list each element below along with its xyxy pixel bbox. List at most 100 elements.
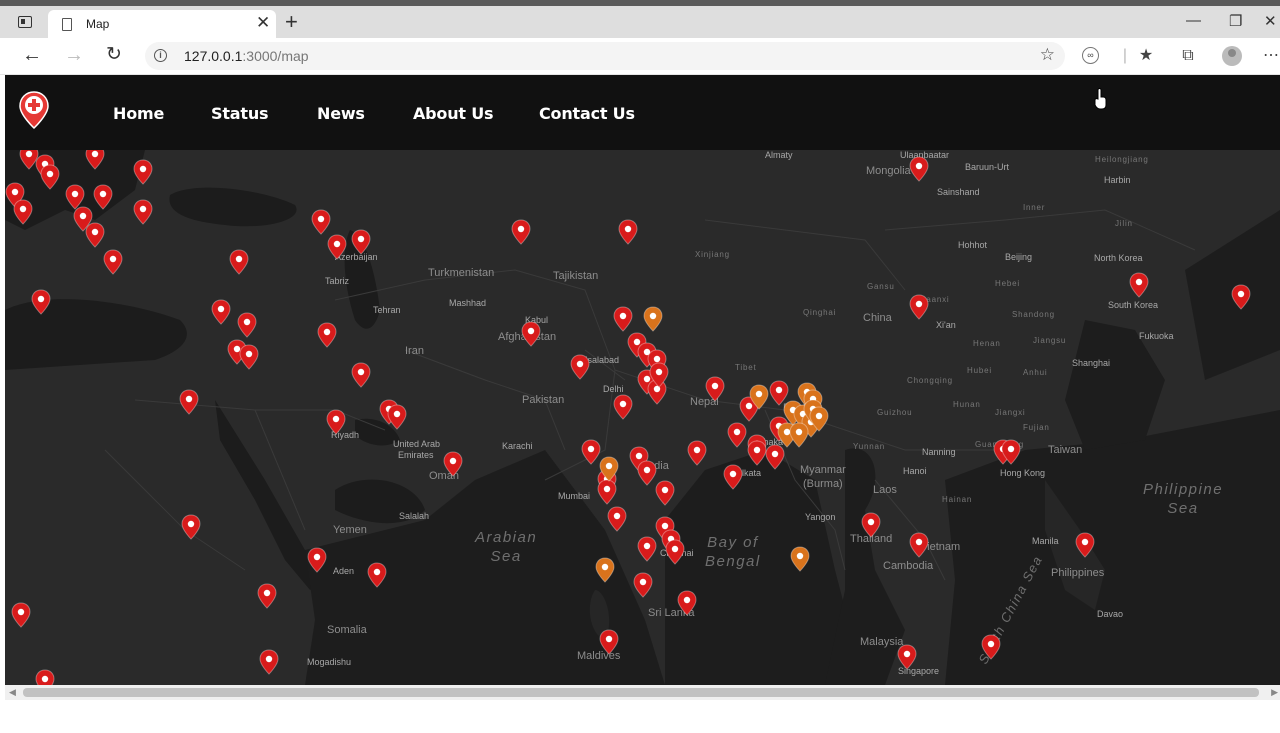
case-marker-red[interactable] <box>511 219 531 245</box>
case-marker-red[interactable] <box>687 440 707 466</box>
case-marker-red[interactable] <box>307 547 327 573</box>
case-marker-red[interactable] <box>665 539 685 565</box>
site-info-icon[interactable]: i <box>154 49 167 62</box>
case-marker-orange[interactable] <box>599 456 619 482</box>
case-marker-orange[interactable] <box>643 306 663 332</box>
case-marker-red[interactable] <box>13 199 33 225</box>
case-marker-red[interactable] <box>85 222 105 248</box>
nav-home[interactable]: Home <box>113 104 164 123</box>
case-marker-red[interactable] <box>239 344 259 370</box>
case-marker-red[interactable] <box>677 590 697 616</box>
case-marker-red[interactable] <box>85 150 105 170</box>
tab-map[interactable]: Map ✕ <box>48 10 276 38</box>
minimize-button[interactable]: — <box>1186 12 1201 29</box>
horizontal-scrollbar[interactable]: ◀ ▶ <box>5 685 1280 700</box>
case-marker-red[interactable] <box>581 439 601 465</box>
case-marker-red[interactable] <box>351 229 371 255</box>
case-marker-red[interactable] <box>727 422 747 448</box>
profile-avatar[interactable] <box>1222 46 1242 66</box>
case-marker-red[interactable] <box>861 512 881 538</box>
case-marker-red[interactable] <box>909 156 929 182</box>
case-marker-orange[interactable] <box>809 406 829 432</box>
case-marker-red[interactable] <box>897 644 917 670</box>
case-marker-red[interactable] <box>35 669 55 685</box>
case-marker-red[interactable] <box>211 299 231 325</box>
case-marker-red[interactable] <box>909 532 929 558</box>
case-marker-red[interactable] <box>326 409 346 435</box>
case-marker-red[interactable] <box>637 536 657 562</box>
case-marker-red[interactable] <box>387 404 407 430</box>
case-marker-red[interactable] <box>613 306 633 332</box>
case-marker-orange[interactable] <box>749 384 769 410</box>
case-marker-red[interactable] <box>597 479 617 505</box>
case-marker-red[interactable] <box>367 562 387 588</box>
new-tab-button[interactable]: + <box>285 10 298 34</box>
case-marker-orange[interactable] <box>595 557 615 583</box>
case-marker-red[interactable] <box>909 294 929 320</box>
case-marker-red[interactable] <box>705 376 725 402</box>
case-marker-red[interactable] <box>607 506 627 532</box>
case-marker-red[interactable] <box>229 249 249 275</box>
case-marker-red[interactable] <box>1075 532 1095 558</box>
close-window-button[interactable]: ✕ <box>1264 12 1277 30</box>
case-marker-orange[interactable] <box>789 422 809 448</box>
case-marker-red[interactable] <box>1001 439 1021 465</box>
scrollbar-thumb[interactable] <box>23 688 1259 697</box>
scroll-left-icon[interactable]: ◀ <box>9 685 16 700</box>
case-marker-red[interactable] <box>649 362 669 388</box>
case-marker-red[interactable] <box>599 629 619 655</box>
forward-button[interactable]: → <box>64 44 84 66</box>
case-marker-red[interactable] <box>723 464 743 490</box>
case-marker-red[interactable] <box>237 312 257 338</box>
case-marker-red[interactable] <box>633 572 653 598</box>
more-menu-icon[interactable]: ⋯ <box>1262 47 1280 65</box>
restore-button[interactable]: ❐ <box>1229 12 1242 30</box>
case-marker-orange[interactable] <box>790 546 810 572</box>
favorite-add-icon[interactable]: ☆ <box>1040 45 1055 65</box>
case-marker-red[interactable] <box>103 249 123 275</box>
case-marker-red[interactable] <box>311 209 331 235</box>
case-marker-red[interactable] <box>443 451 463 477</box>
case-marker-red[interactable] <box>40 164 60 190</box>
case-marker-red[interactable] <box>133 159 153 185</box>
map-label: Qinghai <box>803 308 837 317</box>
case-marker-red[interactable] <box>570 354 590 380</box>
case-marker-red[interactable] <box>613 394 633 420</box>
favorites-icon[interactable]: ★ <box>1137 47 1155 65</box>
nav-status[interactable]: Status <box>211 104 269 123</box>
case-marker-red[interactable] <box>655 480 675 506</box>
collections-icon[interactable]: ⧉ <box>1179 47 1197 65</box>
map-sea-label: Philippine Sea <box>1143 481 1224 517</box>
url-field[interactable]: i 127.0.0.1:3000/map ☆ <box>145 42 1065 70</box>
case-marker-red[interactable] <box>181 514 201 540</box>
case-marker-red[interactable] <box>351 362 371 388</box>
nav-about-us[interactable]: About Us <box>413 104 494 123</box>
case-marker-red[interactable] <box>179 389 199 415</box>
medical-logo-icon[interactable] <box>19 91 49 129</box>
world-map[interactable]: Turkmenistan Tajikistan Mashhad Tehran Tabri… <box>5 150 1280 685</box>
case-marker-red[interactable] <box>317 322 337 348</box>
case-marker-red[interactable] <box>747 440 767 466</box>
url-text[interactable]: 127.0.0.1:3000/map <box>184 48 309 64</box>
case-marker-red[interactable] <box>1231 284 1251 310</box>
case-marker-red[interactable] <box>637 460 657 486</box>
case-marker-red[interactable] <box>618 219 638 245</box>
back-button[interactable]: ← <box>22 44 42 66</box>
case-marker-red[interactable] <box>259 649 279 675</box>
case-marker-red[interactable] <box>1129 272 1149 298</box>
case-marker-red[interactable] <box>521 321 541 347</box>
tab-close-icon[interactable]: ✕ <box>256 13 270 33</box>
case-marker-red[interactable] <box>257 583 277 609</box>
case-marker-red[interactable] <box>327 234 347 260</box>
case-marker-red[interactable] <box>11 602 31 628</box>
nav-contact-us[interactable]: Contact Us <box>539 104 635 123</box>
extension-icon[interactable]: ∞ <box>1082 47 1099 64</box>
nav-news[interactable]: News <box>317 104 365 123</box>
case-marker-red[interactable] <box>93 184 113 210</box>
case-marker-red[interactable] <box>981 634 1001 660</box>
case-marker-red[interactable] <box>31 289 51 315</box>
tab-actions-icon[interactable] <box>18 16 32 28</box>
case-marker-red[interactable] <box>133 199 153 225</box>
refresh-button[interactable]: ↻ <box>106 44 122 66</box>
scroll-right-icon[interactable]: ▶ <box>1271 685 1278 700</box>
